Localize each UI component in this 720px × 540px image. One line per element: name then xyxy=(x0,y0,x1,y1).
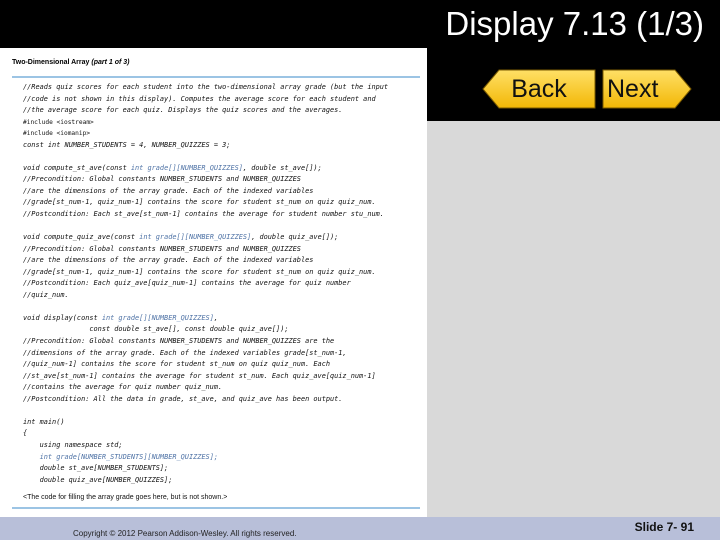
slide-title: Display 7.13 (1/3) xyxy=(445,5,704,42)
code-line: //are the dimensions of the array grade.… xyxy=(23,256,314,265)
code-line: //Postcondition: Each quiz_ave[quiz_num-… xyxy=(23,279,351,288)
code-highlight: int grade[NUMBER_STUDENTS][NUMBER_QUIZZE… xyxy=(39,452,218,461)
code-line: #include <iostream> xyxy=(23,118,94,126)
code-highlight: int grade[][NUMBER_QUIZZES] xyxy=(130,163,243,172)
code-line: //dimensions of the array grade. Each of… xyxy=(23,348,347,357)
code-line: //code is not shown in this display). Co… xyxy=(23,94,376,103)
code-line: //the average score for each quiz. Displ… xyxy=(23,106,343,115)
code-highlight: int grade[][NUMBER_QUIZZES] xyxy=(139,233,252,242)
code-line: int grade[NUMBER_STUDENTS][NUMBER_QUIZZE… xyxy=(23,453,218,461)
omitted-code-note: <The code for filling the array grade go… xyxy=(23,494,228,501)
code-line: //Precondition: Global constants NUMBER_… xyxy=(23,244,301,253)
code-line: { xyxy=(23,429,28,438)
code-line: int main() xyxy=(23,417,65,426)
code-line: //are the dimensions of the array grade.… xyxy=(23,186,314,195)
code-line: using namespace std; xyxy=(23,440,123,449)
code-line: void compute_st_ave(const int grade[][NU… xyxy=(23,163,322,172)
next-button-label: Next xyxy=(607,75,659,103)
code-line: //grade[st_num-1, quiz_num-1] contains t… xyxy=(23,198,376,207)
code-line: const double st_ave[], const double quiz… xyxy=(23,325,289,334)
slide-number: Slide 7- 91 xyxy=(634,520,694,534)
code-highlight: int grade[][NUMBER_QUIZZES] xyxy=(101,313,214,322)
code-line: void compute_quiz_ave(const int grade[][… xyxy=(23,233,339,242)
code-line: #include <iomanip> xyxy=(23,130,91,138)
code-line: //grade[st_num-1, quiz_num-1] contains t… xyxy=(23,267,376,276)
code-listing: //Reads quiz scores for each student int… xyxy=(23,82,423,486)
code-line: const int NUMBER_STUDENTS = 4, NUMBER_QU… xyxy=(23,140,231,149)
code-line: double st_ave[NUMBER_STUDENTS]; xyxy=(23,464,169,473)
code-line: //contains the average for quiz number q… xyxy=(23,383,223,392)
code-line: //Postcondition: Each st_ave[st_num-1] c… xyxy=(23,210,384,219)
back-button-label: Back xyxy=(511,75,567,103)
panel-title-text: Two-Dimensional Array xyxy=(12,59,90,66)
code-line: //Precondition: Global constants NUMBER_… xyxy=(23,337,335,346)
code-panel-title: Two-Dimensional Array (part 1 of 3) xyxy=(12,59,129,66)
panel-title-part: (part 1 of 3) xyxy=(91,59,130,66)
back-button[interactable]: Back xyxy=(481,68,597,110)
slide-background xyxy=(427,121,720,517)
copyright-text: Copyright © 2012 Pearson Addison-Wesley.… xyxy=(73,529,297,538)
code-line: //Precondition: Global constants NUMBER_… xyxy=(23,175,301,184)
code-line: //quiz_num-1] contains the score for stu… xyxy=(23,360,330,369)
code-line: //Reads quiz scores for each student int… xyxy=(23,83,389,91)
code-line: void display(const int grade[][NUMBER_QU… xyxy=(23,313,218,322)
top-rule xyxy=(12,76,420,78)
code-line: double quiz_ave[NUMBER_QUIZZES]; xyxy=(23,475,173,484)
bottom-rule xyxy=(12,507,420,509)
code-line: //st_ave[st_num-1] contains the average … xyxy=(23,371,376,380)
code-line: //quiz_num. xyxy=(23,290,69,299)
next-button[interactable]: Next xyxy=(601,68,693,110)
code-line: //Postcondition: All the data in grade, … xyxy=(23,394,343,403)
